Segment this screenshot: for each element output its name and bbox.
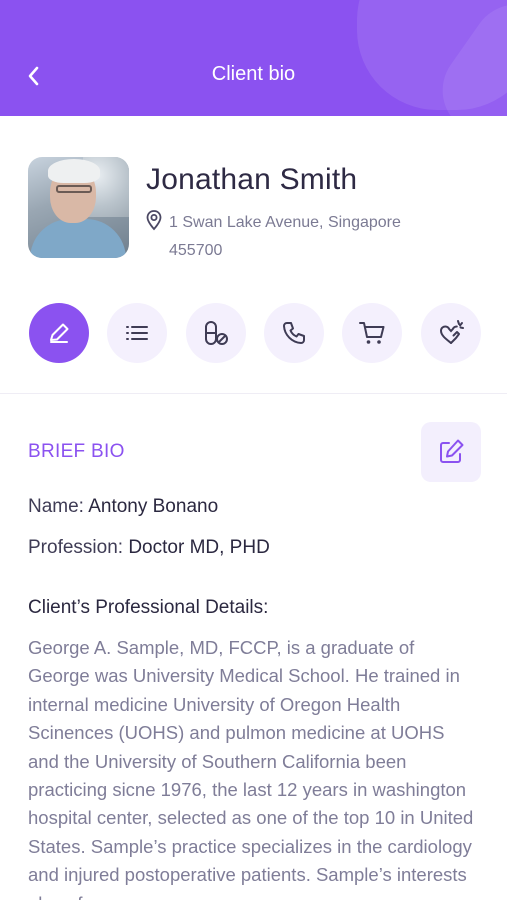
medication-action-button[interactable] <box>186 303 246 363</box>
profession-value: Doctor MD, PHD <box>128 537 270 558</box>
page-title: Client bio <box>211 63 296 85</box>
client-name: Jonathan Smith <box>146 163 358 196</box>
profession-label: Profession: <box>28 537 129 558</box>
client-profile: Jonathan Smith 1 Swan Lake Avenue, Singa… <box>28 157 488 267</box>
client-address: 1 Swan Lake Avenue, Singapore 455700 <box>169 209 439 265</box>
avatar[interactable] <box>28 157 129 258</box>
bio-profession-row: Profession: Doctor MD, PHD <box>28 537 270 559</box>
heart-hands-icon <box>439 320 464 344</box>
details-paragraph: George A. Sample, MD, FCCP, is a graduat… <box>28 637 474 900</box>
map-pin-icon <box>146 210 162 231</box>
name-value: Antony Bonano <box>88 496 219 517</box>
edit-action-button[interactable] <box>29 303 89 363</box>
list-action-button[interactable] <box>107 303 167 363</box>
list-icon <box>126 326 148 340</box>
pencil-icon <box>50 323 69 343</box>
care-action-button[interactable] <box>421 303 481 363</box>
cart-action-button[interactable] <box>342 303 402 363</box>
divider <box>0 393 507 394</box>
section-title: BRIEF BIO <box>28 441 125 462</box>
details-heading: Client’s Professional Details: <box>28 597 269 618</box>
edit-square-icon <box>440 439 464 463</box>
address-postcode: 455700 <box>169 242 223 259</box>
cart-icon <box>359 322 385 344</box>
header-bar: Client bio <box>0 0 507 116</box>
edit-bio-button[interactable] <box>421 422 481 482</box>
action-bar <box>29 303 481 363</box>
pill-icon <box>205 321 228 345</box>
bio-name-row: Name: Antony Bonano <box>28 496 218 518</box>
call-action-button[interactable] <box>264 303 324 363</box>
name-label: Name: <box>28 496 89 517</box>
phone-icon <box>283 322 305 344</box>
address-line: 1 Swan Lake Avenue, Singapore <box>169 214 401 231</box>
